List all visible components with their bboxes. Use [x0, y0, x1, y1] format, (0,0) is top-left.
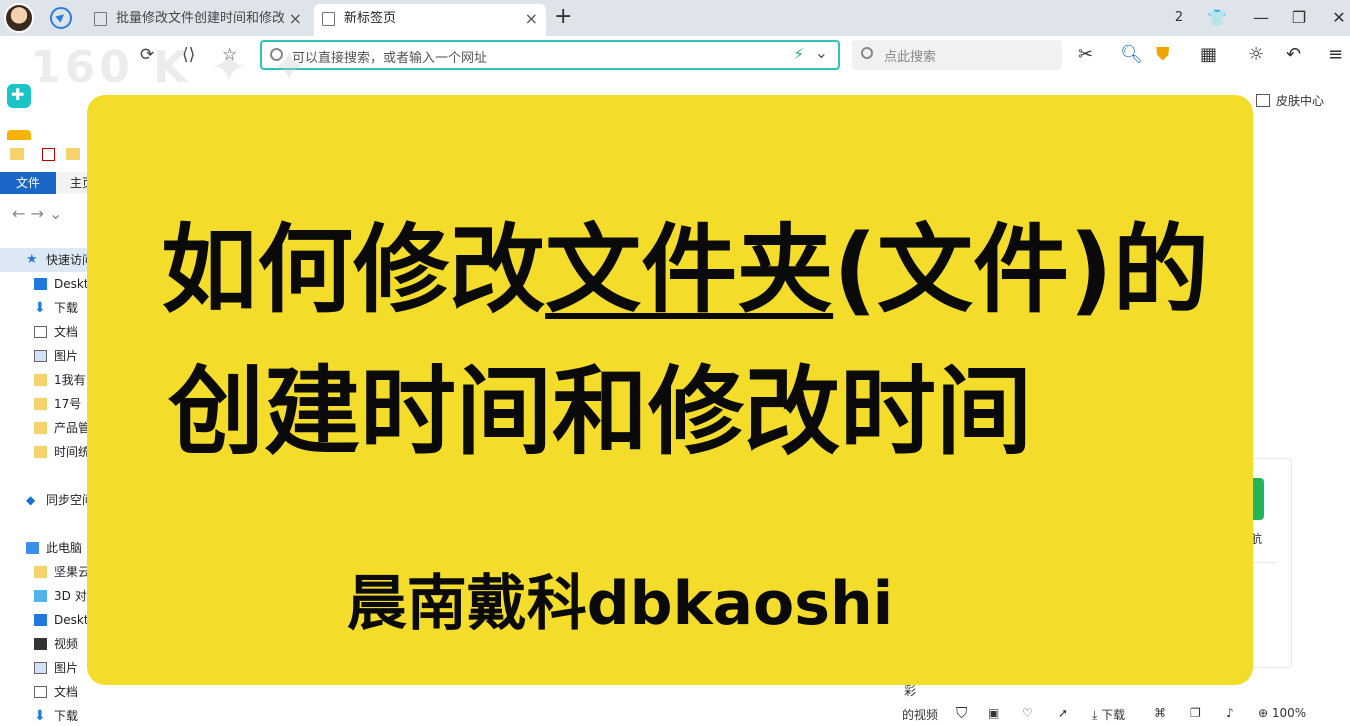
page-icon	[94, 12, 107, 26]
chevron-down-icon[interactable]: ⌄	[815, 43, 828, 62]
explorer-nav-arrows[interactable]: ← → ⌄	[12, 204, 62, 223]
new-tab-button[interactable]: +	[554, 4, 572, 30]
gamepad-icon[interactable]: ⌘	[1154, 706, 1166, 720]
headline-line-2: 创建时间和修改时间	[168, 356, 1032, 468]
restore-button[interactable]: ❐	[1286, 6, 1312, 30]
skin-shirt-icon[interactable]: 👕	[1204, 6, 1230, 30]
sidebar-note-icon[interactable]	[7, 130, 31, 140]
doc-icon	[34, 326, 47, 338]
tab-title: 新标签页	[344, 11, 397, 26]
doc-icon	[34, 686, 47, 698]
undo-icon[interactable]: ↶	[1286, 44, 1301, 66]
author-credit: 晨南戴科dbkaoshi	[346, 569, 894, 639]
cube-icon	[34, 590, 47, 602]
search-placeholder: 点此搜索	[884, 50, 937, 65]
magnifier-icon[interactable]: 🔍︎	[1120, 44, 1143, 66]
arrow-icon: ⬇	[34, 300, 46, 316]
watermark-logo: 160 K ✦ ✦	[30, 42, 312, 93]
close-window-button[interactable]: ✕	[1326, 6, 1350, 30]
explorer-item-label: 下载	[54, 301, 79, 315]
download-status[interactable]: ⤓ 下载	[1092, 706, 1125, 723]
headline-line-1: 如何修改文件夹(文件)的	[87, 215, 1253, 325]
tab-new-tab[interactable]: 新标签页 ×	[314, 4, 546, 36]
shield-check-icon[interactable]: ⛉	[956, 704, 967, 722]
user-avatar[interactable]	[4, 3, 34, 33]
download-label: 下载	[1101, 708, 1126, 722]
browser-sidebar	[0, 74, 40, 140]
skin-center-label: 皮肤中心	[1276, 94, 1325, 108]
blue-icon	[34, 278, 47, 290]
shirt-icon	[1256, 94, 1270, 107]
pic-icon	[34, 662, 47, 674]
explorer-tree-item[interactable]: ⬇ 下载	[0, 704, 120, 726]
menu-icon[interactable]: ≡	[1328, 44, 1343, 66]
heart-rate-icon[interactable]: ♡	[1022, 706, 1033, 720]
headline-post: (文件)的	[833, 214, 1209, 326]
explorer-item-label: 文档	[54, 685, 79, 699]
explorer-item-label: 坚果云	[54, 565, 91, 579]
pc-icon	[26, 542, 39, 554]
skin-center-link[interactable]: 皮肤中心	[1256, 92, 1324, 109]
folder-icon[interactable]	[10, 148, 24, 160]
explorer-item-label: 图片	[54, 661, 79, 675]
address-bar[interactable]: 可以直接搜索，或者输入一个网址 ⚡ ⌄	[260, 40, 840, 70]
zoom-value: 100%	[1271, 706, 1307, 720]
sidebar-plus-icon[interactable]	[7, 84, 31, 108]
search-icon	[861, 47, 873, 59]
explorer-item-label: 文档	[54, 325, 79, 339]
close-tab-icon[interactable]: ×	[289, 4, 302, 34]
brightness-icon[interactable]: ☼	[1248, 44, 1264, 66]
tab-title: 批量修改文件创建时间和修改时	[116, 11, 284, 26]
close-tab-icon[interactable]: ×	[525, 4, 538, 34]
status-video-label[interactable]: 的视频	[902, 706, 938, 723]
tab-bar: 批量修改文件创建时间和修改时 × 新标签页 × + 2 👕 — ❐ ✕	[0, 0, 1350, 36]
blue-icon	[34, 614, 47, 626]
speed-bolt-icon[interactable]: ⚡	[793, 45, 804, 63]
zoom-level[interactable]: ⊕ 100%	[1258, 706, 1306, 720]
minimize-button[interactable]: —	[1248, 6, 1274, 30]
image-icon[interactable]: ▣	[988, 706, 999, 720]
tab-count-badge[interactable]: 2	[1166, 6, 1192, 30]
ribbon-tab-file[interactable]: 文件	[0, 172, 56, 194]
apps-icon[interactable]: ▦	[1200, 44, 1217, 66]
headline-pre: 如何修改	[161, 214, 546, 326]
scissors-icon[interactable]: ✂	[1078, 44, 1093, 66]
sync-icon: ◆	[26, 493, 36, 507]
fold-icon	[34, 566, 47, 578]
explorer-item-label: 视频	[54, 637, 79, 651]
copy-icon[interactable]: ❐	[1190, 706, 1201, 720]
title-overlay-card: 如何修改文件夹(文件)的 创建时间和修改时间 晨南戴科dbkaoshi	[87, 95, 1253, 685]
address-placeholder: 可以直接搜索，或者输入一个网址	[292, 51, 488, 66]
tab-batch-modify[interactable]: 批量修改文件创建时间和修改时 ×	[86, 4, 310, 36]
audio-icon[interactable]: ♪	[1226, 706, 1234, 720]
star-icon: ★	[26, 252, 38, 267]
rocket-icon[interactable]: ➚	[1058, 706, 1068, 720]
properties-icon[interactable]	[42, 148, 55, 161]
new-folder-icon[interactable]	[66, 148, 80, 160]
arrow-icon: ⬇	[34, 708, 46, 724]
shield-icon[interactable]: ⛊	[1156, 44, 1170, 66]
grid-page-icon	[322, 12, 335, 26]
explorer-item-label: 下载	[54, 709, 79, 723]
headline-underlined: 文件夹	[545, 214, 834, 326]
search-box[interactable]: 点此搜索	[852, 40, 1062, 70]
browser-statusbar: 的视频 ⛉ ▣ ♡ ➚ ⤓ 下载 ⌘ ❐ ♪ ⊕ 100%	[900, 702, 1350, 726]
film-icon	[34, 638, 47, 650]
navigation-icon[interactable]	[50, 7, 72, 29]
explorer-item-label: 此电脑	[46, 541, 83, 555]
